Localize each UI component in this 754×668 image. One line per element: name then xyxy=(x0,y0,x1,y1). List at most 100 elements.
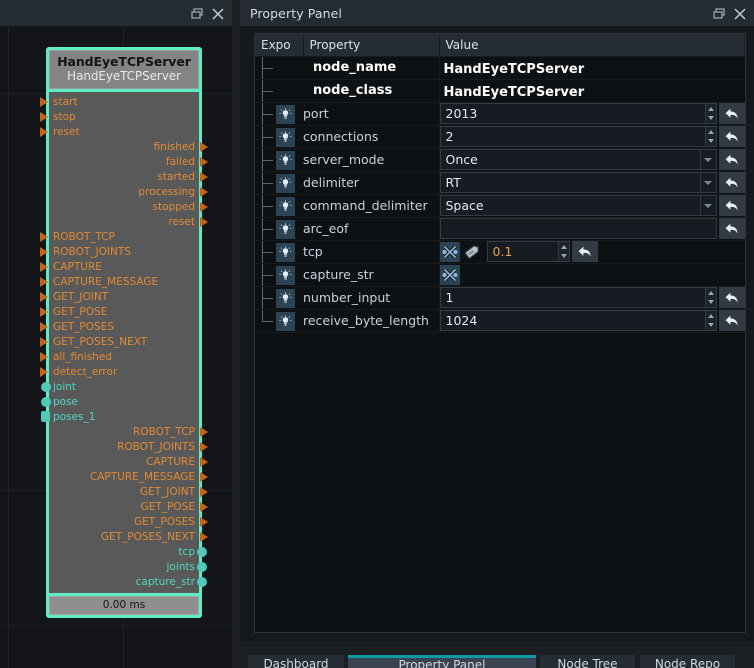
undo-arrow-icon[interactable] xyxy=(718,287,745,308)
chevron-down-icon[interactable] xyxy=(707,139,714,144)
lightbulb-icon[interactable] xyxy=(276,219,295,239)
exec-port-marker[interactable] xyxy=(40,231,48,242)
property-value-tcp[interactable]: 0.1 xyxy=(439,240,745,264)
value-input[interactable]: 1024 xyxy=(439,310,706,331)
property-value-receive_byte_length[interactable]: 1024 xyxy=(439,309,745,333)
exec-port-marker[interactable] xyxy=(40,321,48,332)
tab-node-repo[interactable]: Node Repo xyxy=(640,655,735,668)
chevron-down-icon[interactable] xyxy=(707,300,714,305)
node-port-GET_POSES[interactable]: GET_POSES xyxy=(40,319,199,334)
data-port-marker[interactable] xyxy=(197,561,207,572)
node-port-all_finished[interactable]: all_finished xyxy=(40,349,199,364)
node-port-GET_POSES_NEXT[interactable]: GET_POSES_NEXT xyxy=(40,334,199,349)
exec-port-marker[interactable] xyxy=(200,531,208,542)
table-row[interactable]: tcp 0.1 xyxy=(255,240,745,264)
node-port-ROBOT_JOINTS[interactable]: ROBOT_JOINTS xyxy=(40,244,199,259)
tab-dashboard[interactable]: Dashboard xyxy=(248,655,344,668)
property-value-port[interactable]: 2013 xyxy=(439,102,745,126)
node-port-ROBOT_TCP[interactable]: ROBOT_TCP xyxy=(49,424,208,439)
table-row[interactable]: node_name HandEyeTCPServer xyxy=(255,56,745,80)
spinbox-field[interactable]: 1 xyxy=(439,287,745,308)
exec-port-marker[interactable] xyxy=(200,516,208,527)
chevron-down-icon[interactable] xyxy=(707,116,714,121)
close-icon[interactable] xyxy=(210,6,226,22)
dropdown-field[interactable]: Once xyxy=(439,149,745,170)
value-input[interactable]: 2 xyxy=(439,126,706,147)
value-input[interactable]: Once xyxy=(439,149,701,170)
spinner-buttons[interactable] xyxy=(705,126,717,147)
exec-port-marker[interactable] xyxy=(200,456,208,467)
exec-port-marker[interactable] xyxy=(200,156,208,167)
lightbulb-icon[interactable] xyxy=(276,265,295,285)
exec-port-marker[interactable] xyxy=(200,501,208,512)
undo-arrow-icon[interactable] xyxy=(571,241,598,262)
spinner-buttons[interactable] xyxy=(705,310,717,331)
node-port-stop[interactable]: stop xyxy=(40,109,199,124)
spinbox-field[interactable]: 2013 xyxy=(439,103,745,124)
exec-port-marker[interactable] xyxy=(40,246,48,257)
table-row[interactable]: server_mode Once xyxy=(255,148,745,172)
value-input[interactable]: 1 xyxy=(439,287,706,308)
exec-port-marker[interactable] xyxy=(200,201,208,212)
table-row[interactable]: port 2013 xyxy=(255,102,745,126)
column-header-property[interactable]: Property xyxy=(303,34,440,57)
lightbulb-icon[interactable] xyxy=(276,127,295,147)
chevron-down-icon[interactable] xyxy=(707,323,714,328)
node-port-detect_error[interactable]: detect_error xyxy=(40,364,199,379)
chevron-down-icon[interactable] xyxy=(700,149,717,170)
node-port-GET_JOINT[interactable]: GET_JOINT xyxy=(40,289,199,304)
table-row[interactable]: connections 2 xyxy=(255,125,745,149)
property-value-connections[interactable]: 2 xyxy=(439,125,745,149)
exec-port-marker[interactable] xyxy=(200,486,208,497)
pin-field[interactable] xyxy=(439,264,745,285)
undo-arrow-icon[interactable] xyxy=(718,310,745,331)
node-port-start[interactable]: start xyxy=(40,94,199,109)
exec-port-marker[interactable] xyxy=(40,126,48,137)
undo-arrow-icon[interactable] xyxy=(718,218,745,239)
lightbulb-icon[interactable] xyxy=(276,242,295,262)
spinner-buttons[interactable] xyxy=(705,103,717,124)
node-port-reset[interactable]: reset xyxy=(40,124,199,139)
chevron-down-icon[interactable] xyxy=(560,254,567,259)
chevron-up-icon[interactable] xyxy=(707,290,714,295)
chevron-up-icon[interactable] xyxy=(560,244,567,249)
property-value-server_mode[interactable]: Once xyxy=(439,148,745,172)
exec-port-marker[interactable] xyxy=(200,426,208,437)
exec-port-marker[interactable] xyxy=(40,351,48,362)
table-row[interactable]: arc_eof xyxy=(255,217,745,241)
property-value-node_name[interactable]: HandEyeTCPServer xyxy=(439,56,745,80)
data-port-marker[interactable] xyxy=(197,576,207,587)
node-header[interactable]: HandEyeTCPServer HandEyeTCPServer xyxy=(49,50,199,89)
node-port-tcp[interactable]: tcp xyxy=(49,544,207,559)
undo-arrow-icon[interactable] xyxy=(718,172,745,193)
pin-connector-icon[interactable] xyxy=(439,241,460,262)
restore-icon[interactable] xyxy=(711,6,727,22)
exec-port-marker[interactable] xyxy=(200,471,208,482)
node-port-ROBOT_JOINTS[interactable]: ROBOT_JOINTS xyxy=(49,439,208,454)
data-port-marker[interactable] xyxy=(41,411,50,422)
pin-connector-icon[interactable] xyxy=(439,264,460,285)
value-input[interactable]: 2013 xyxy=(439,103,706,124)
data-port-marker[interactable] xyxy=(197,546,207,557)
lightbulb-icon[interactable] xyxy=(276,173,295,193)
chevron-up-icon[interactable] xyxy=(707,129,714,134)
table-row[interactable]: node_class HandEyeTCPServer xyxy=(255,79,745,103)
node-port-GET_POSES[interactable]: GET_POSES xyxy=(49,514,208,529)
table-row[interactable]: number_input 1 xyxy=(255,286,745,310)
property-value-capture_str[interactable] xyxy=(439,263,745,287)
node-port-reset[interactable]: reset xyxy=(49,214,208,229)
exec-port-marker[interactable] xyxy=(40,366,48,377)
table-row[interactable]: command_delimiter Space xyxy=(255,194,745,218)
node-port-GET_JOINT[interactable]: GET_JOINT xyxy=(49,484,208,499)
column-header-expo[interactable]: Expo xyxy=(255,34,304,57)
value-input[interactable]: RT xyxy=(439,172,701,193)
property-value-node_class[interactable]: HandEyeTCPServer xyxy=(439,79,745,103)
node-port-CAPTURE[interactable]: CAPTURE xyxy=(40,259,199,274)
table-row[interactable]: receive_byte_length 1024 xyxy=(255,309,745,333)
tag-icon[interactable] xyxy=(462,241,484,262)
dropdown-field[interactable]: Space xyxy=(439,195,745,216)
exec-port-marker[interactable] xyxy=(40,336,48,347)
property-value-number_input[interactable]: 1 xyxy=(439,286,745,310)
node-port-started[interactable]: started xyxy=(49,169,208,184)
chevron-down-icon[interactable] xyxy=(700,172,717,193)
